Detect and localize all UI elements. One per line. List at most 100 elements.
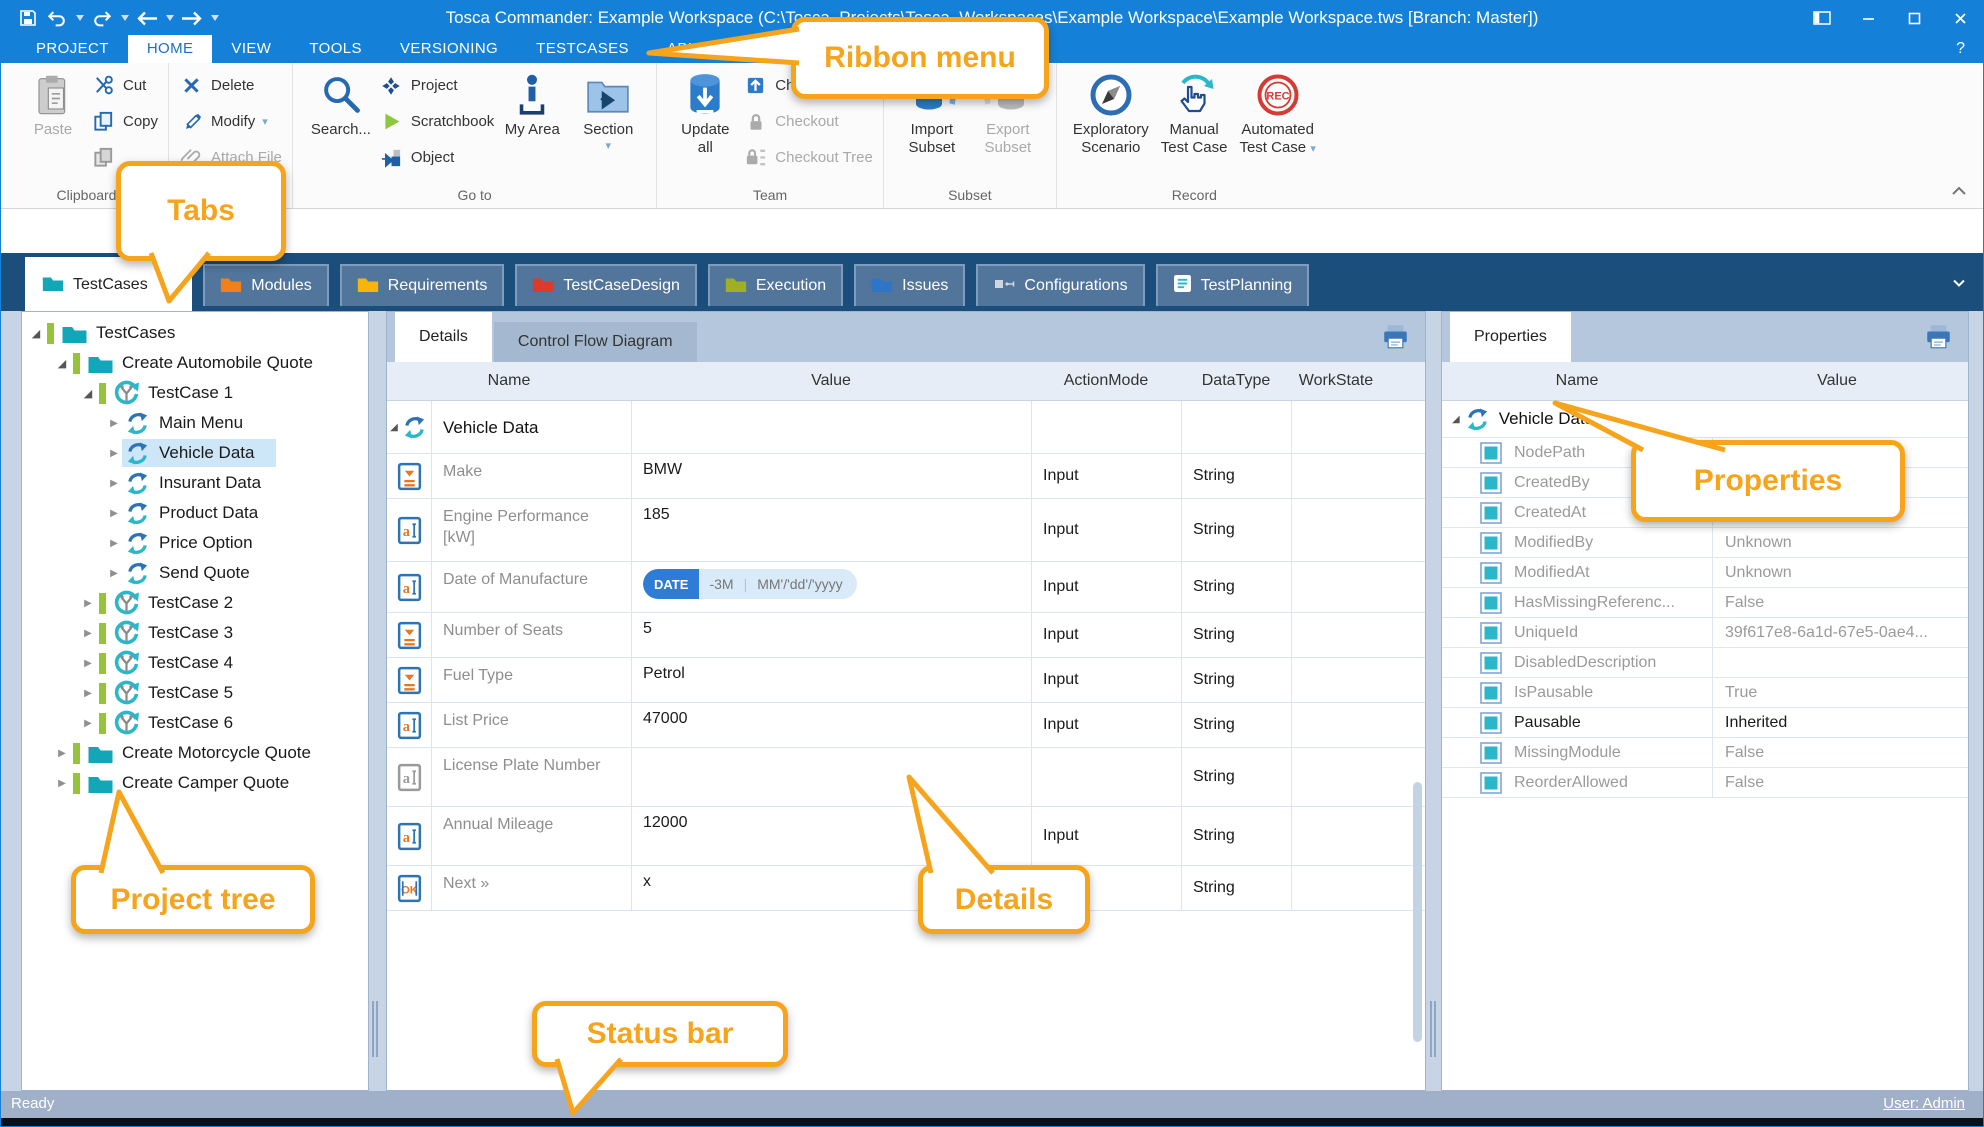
tab-control-flow-diagram[interactable]: Control Flow Diagram [494,322,697,362]
details-row-annual-mileage[interactable]: aAnnual Mileage12000InputString [387,807,1425,866]
print-icon[interactable] [1925,324,1952,349]
dropdown-caret-icon[interactable] [118,6,131,30]
workspace-tab-testcasedesign[interactable]: TestCaseDesign [515,264,697,306]
ribbon-collapse-button[interactable] [1951,183,1967,201]
expander-closed-icon[interactable]: ▶ [106,508,122,519]
tree-item-create-camper-quote[interactable]: ▶Create Camper Quote [22,768,368,798]
expander-closed-icon[interactable]: ▶ [80,658,96,669]
property-row-hasmissingreferenc[interactable]: HasMissingReferenc...False [1442,588,1968,618]
expander-open-icon[interactable]: ◢ [390,422,398,433]
tree-item-testcases[interactable]: ◢TestCases [22,318,368,348]
column-header-workstate[interactable]: WorkState [1291,372,1381,390]
details-row-fuel-type[interactable]: Fuel TypePetrolInputString [387,658,1425,703]
menu-tab-tools[interactable]: TOOLS [290,35,381,63]
expander-closed-icon[interactable]: ▶ [54,778,70,789]
expander-open-icon[interactable]: ◢ [80,387,96,400]
dropdown-caret-icon[interactable]: ▾ [262,115,268,128]
tree-item-testcase-2[interactable]: ▶TestCase 2 [22,588,368,618]
checkbox-icon[interactable] [1480,682,1502,704]
column-header-actionmode[interactable]: ActionMode [1031,372,1181,390]
close-icon[interactable] [1937,1,1983,35]
workspace-tab-execution[interactable]: Execution [708,264,843,306]
property-row-modifiedat[interactable]: ModifiedAtUnknown [1442,558,1968,588]
object-button[interactable]: Object [379,145,494,170]
section-button[interactable]: Section▾ [570,63,646,152]
checkbox-icon[interactable] [1480,742,1502,764]
property-row-ispausable[interactable]: IsPausableTrue [1442,678,1968,708]
redo-icon[interactable] [89,6,115,30]
property-row-uniqueid[interactable]: UniqueId39f617e8-6a1d-67e5-0ae4... [1442,618,1968,648]
menu-tab-versioning[interactable]: VERSIONING [381,35,517,63]
dropdown-caret-icon[interactable] [208,6,221,30]
scratchbook-button[interactable]: Scratchbook [379,109,494,134]
checkbox-icon[interactable] [1480,562,1502,584]
tree-item-testcase-5[interactable]: ▶TestCase 5 [22,678,368,708]
properties-group-row[interactable]: ◢Vehicle Data [1442,401,1968,438]
tree-item-product-data[interactable]: ▶Product Data [22,498,368,528]
expander-open-icon[interactable]: ◢ [1452,414,1460,425]
expander-closed-icon[interactable]: ▶ [80,688,96,699]
copy-button[interactable]: Copy [91,109,158,134]
tab-overflow-icon[interactable] [1953,275,1965,290]
workspace-tab-modules[interactable]: Modules [203,264,328,306]
details-group-row[interactable]: ◢Vehicle Data [387,401,1425,454]
tree-item-testcase-6[interactable]: ▶TestCase 6 [22,708,368,738]
close-tab-icon[interactable]: ✕ [163,276,176,294]
search-button[interactable]: Search... [303,63,379,139]
checkbox-icon[interactable] [1480,712,1502,734]
expander-closed-icon[interactable]: ▶ [106,568,122,579]
tree-item-testcase-1[interactable]: ◢TestCase 1 [22,378,368,408]
tree-item-main-menu[interactable]: ▶Main Menu [22,408,368,438]
back-icon[interactable] [134,6,160,30]
column-header-value[interactable]: Value [1712,372,1962,390]
details-scrollbar[interactable] [1413,782,1422,1042]
expander-closed-icon[interactable]: ▶ [106,418,122,429]
checkbox-icon[interactable] [1480,502,1502,524]
workspace-tab-requirements[interactable]: Requirements [340,264,505,306]
tab-details[interactable]: Details [395,312,492,362]
column-header-value[interactable]: Value [631,372,1031,390]
print-icon[interactable] [1382,324,1409,349]
expander-open-icon[interactable]: ◢ [28,327,44,340]
undo-icon[interactable] [44,6,70,30]
minimize-icon[interactable] [1845,1,1891,35]
details-row-engine-performance-kw[interactable]: aEngine Performance [kW]185InputString [387,499,1425,562]
expander-closed-icon[interactable]: ▶ [80,598,96,609]
details-row-make[interactable]: MakeBMWInputString [387,454,1425,499]
delete-button[interactable]: Delete [179,73,282,98]
expander-closed-icon[interactable]: ▶ [54,748,70,759]
dropdown-caret-icon[interactable]: ▾ [606,139,612,152]
tree-item-send-quote[interactable]: ▶Send Quote [22,558,368,588]
workspace-tab-testplanning[interactable]: TestPlanning [1156,264,1310,306]
column-header-name[interactable]: Name [387,372,631,390]
my-area-button[interactable]: My Area [494,63,570,139]
workspace-tab-issues[interactable]: Issues [854,264,965,306]
details-row-list-price[interactable]: aList Price47000InputString [387,703,1425,748]
column-header-datatype[interactable]: DataType [1181,372,1291,390]
workspace-tab-configurations[interactable]: Configurations [976,264,1144,306]
checkbox-icon[interactable] [1480,622,1502,644]
expander-closed-icon[interactable]: ▶ [106,478,122,489]
menu-tab-view[interactable]: VIEW [212,35,290,63]
expander-closed-icon[interactable]: ▶ [106,538,122,549]
exploratory-scenario-button[interactable]: ExploratoryScenario [1067,63,1155,157]
tree-item-create-motorcycle-quote[interactable]: ▶Create Motorcycle Quote [22,738,368,768]
expander-closed-icon[interactable]: ▶ [80,628,96,639]
expander-closed-icon[interactable]: ▶ [106,448,122,459]
date-value-pill[interactable]: DATE-3M|MM'/'dd'/'yyyy [643,569,857,599]
details-row-date-of-manufacture[interactable]: aDate of ManufactureDATE-3M|MM'/'dd'/'yy… [387,562,1425,613]
details-row-number-of-seats[interactable]: Number of Seats5InputString [387,613,1425,658]
paste-button[interactable]: Paste [15,63,91,139]
tree-item-create-automobile-quote[interactable]: ◢Create Automobile Quote [22,348,368,378]
details-row-next[interactable]: OKNext »xInputString [387,866,1425,911]
menu-tab-project[interactable]: PROJECT [17,35,128,63]
checkbox-icon[interactable] [1480,772,1502,794]
dropdown-caret-icon[interactable] [73,6,86,30]
checkbox-icon[interactable] [1480,532,1502,554]
expander-closed-icon[interactable]: ▶ [80,718,96,729]
property-row-reorderallowed[interactable]: ReorderAllowedFalse [1442,768,1968,798]
tree-item-testcase-4[interactable]: ▶TestCase 4 [22,648,368,678]
checkbox-icon[interactable] [1480,592,1502,614]
checkout-tree-button[interactable]: Checkout Tree [743,145,873,170]
property-row-modifiedby[interactable]: ModifiedByUnknown [1442,528,1968,558]
